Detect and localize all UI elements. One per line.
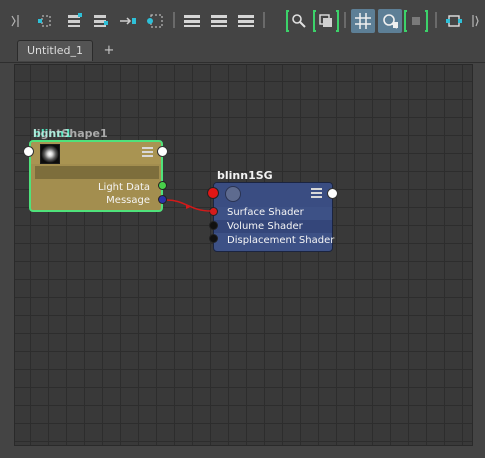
frame-selection-icon[interactable] <box>313 9 339 33</box>
toolbar-separator <box>173 12 175 28</box>
light-node-attribute-bar <box>35 166 159 179</box>
light-data-port[interactable] <box>158 181 167 190</box>
show-connected-icon[interactable] <box>118 9 138 33</box>
volume-shader-port[interactable] <box>209 221 218 230</box>
displacement-shader-port[interactable] <box>209 234 218 243</box>
port-label-volume-shader: Volume Shader <box>227 221 303 232</box>
toolbar-separator <box>263 12 265 28</box>
snap-to-grid-icon[interactable] <box>378 9 402 33</box>
graph-toolbar <box>0 0 485 40</box>
shading-group-node-label: blinn1SG <box>217 169 273 182</box>
shading-group-icon <box>225 186 241 202</box>
graph-input-output-icon[interactable] <box>64 9 84 33</box>
light-swatch-icon <box>40 144 60 164</box>
clear-graph-icon[interactable] <box>145 9 165 33</box>
add-tab-button[interactable]: + <box>102 40 116 61</box>
snap-to-node-icon[interactable] <box>404 9 428 33</box>
light-node[interactable]: Light Data Message <box>29 140 163 212</box>
port-label-message: Message <box>106 195 150 206</box>
light-input-port[interactable] <box>23 146 34 157</box>
toolbar-overflow-handle-icon[interactable] <box>470 9 480 33</box>
light-node-label-secondary: lightShape1 <box>33 127 108 140</box>
port-label-surface-shader: Surface Shader <box>227 207 304 218</box>
toolbar-collapse-handle-icon[interactable] <box>10 9 20 33</box>
search-node-icon[interactable] <box>286 9 310 33</box>
node-graph-canvas[interactable] <box>14 64 473 446</box>
shading-group-node[interactable]: Surface Shader Volume Shader Displacemen… <box>213 182 335 252</box>
graph-input-connections-icon[interactable] <box>36 9 56 33</box>
view-mode-icon[interactable] <box>443 9 465 33</box>
toolbar-separator <box>344 12 346 28</box>
graph-output-connections-icon[interactable] <box>91 9 111 33</box>
node-menu-icon[interactable] <box>311 188 322 198</box>
message-port[interactable] <box>158 195 167 204</box>
toolbar-separator <box>435 12 437 28</box>
node-menu-icon[interactable] <box>142 147 153 157</box>
shading-group-output-port[interactable] <box>327 188 338 199</box>
full-mode-icon[interactable] <box>236 9 256 33</box>
port-label-displacement-shader: Displacement Shader <box>227 235 335 246</box>
grid-toggle-icon[interactable] <box>351 9 375 33</box>
shading-group-input-port[interactable] <box>207 187 219 199</box>
port-label-light-data: Light Data <box>97 182 150 193</box>
light-output-port[interactable] <box>157 146 168 157</box>
tab-untitled-1[interactable]: Untitled_1 <box>17 40 93 61</box>
tab-bar: Untitled_1 + <box>0 40 485 63</box>
surface-shader-port[interactable] <box>209 207 218 216</box>
simple-mode-icon[interactable] <box>182 9 202 33</box>
connected-mode-icon[interactable] <box>209 9 229 33</box>
